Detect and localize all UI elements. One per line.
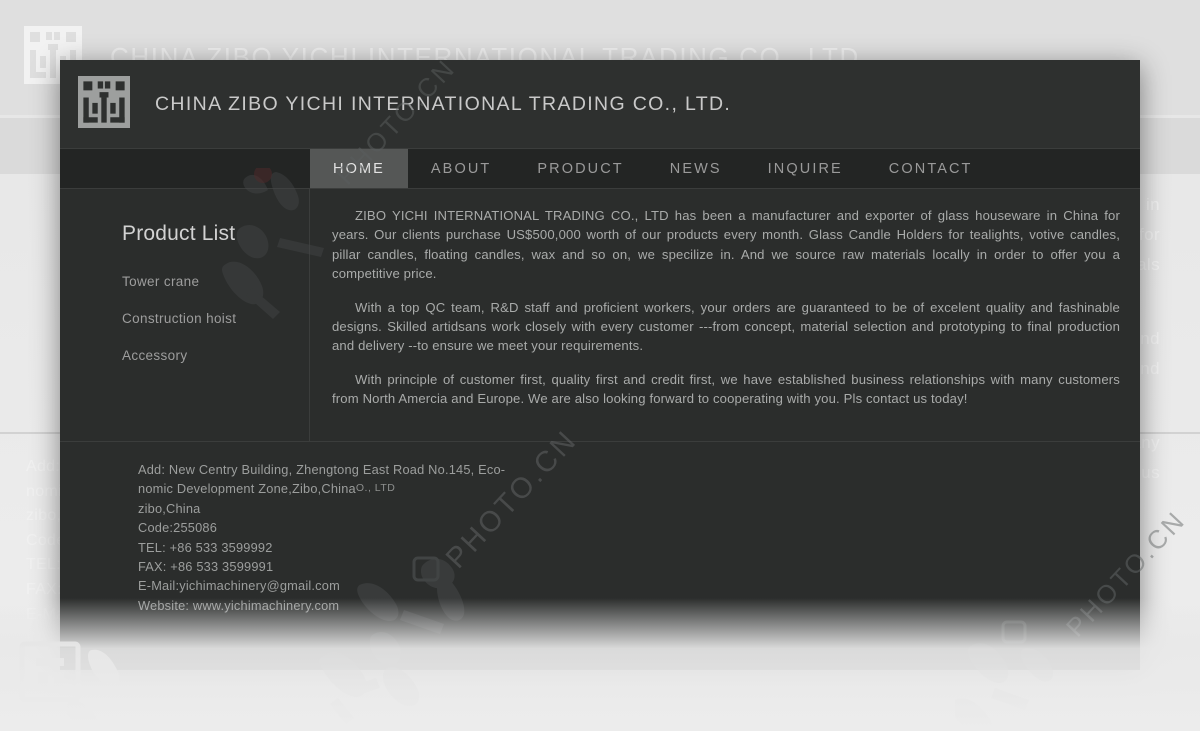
about-text-body: ZIBO YICHI INTERNATIONAL TRADING CO., LT… — [310, 189, 1140, 441]
company-emblem-icon — [78, 75, 130, 133]
sidebar-heading: Product List — [122, 222, 236, 245]
footer-address-line-1: Add: New Centry Building, Zhengtong East… — [138, 462, 506, 477]
nav-item-about[interactable]: ABOUT — [408, 149, 514, 188]
sidebar-item-accessory[interactable]: Accessory — [122, 348, 309, 363]
page-content: Product List Tower crane Construction ho… — [60, 189, 1140, 441]
nav-item-inquire[interactable]: INQUIRE — [745, 149, 866, 188]
website-preview-panel: CHINA ZIBO YICHI INTERNATIONAL TRADING C… — [60, 60, 1140, 670]
footer-city: zibo,China — [138, 500, 201, 516]
footer-ghost-text: O., LTD — [355, 482, 396, 495]
nav-left-spacer — [60, 149, 310, 188]
site-footer: Add: New Centry Building, Zhengtong East… — [60, 442, 1140, 615]
nav-item-product[interactable]: PRODUCT — [514, 149, 646, 188]
sidebar-item-tower-crane[interactable]: Tower crane — [122, 274, 309, 289]
footer-email[interactable]: E-Mail:yichimachinery@gmail.com — [138, 576, 1140, 595]
nav-item-news[interactable]: NEWS — [647, 149, 745, 188]
sidebar-item-construction-hoist[interactable]: Construction hoist — [122, 311, 309, 326]
footer-fax: FAX: +86 533 3599991 — [138, 559, 274, 575]
nav-item-contact[interactable]: CONTACT — [866, 149, 996, 188]
footer-postal-code: Code:255086 — [138, 520, 218, 536]
footer-website[interactable]: Website: www.yichimachinery.com — [138, 596, 1140, 615]
footer-address-line-2-wrap: nomic Development Zone,Zibo,ChinaO., LTD — [138, 479, 1140, 498]
site-header: CHINA ZIBO YICHI INTERNATIONAL TRADING C… — [60, 60, 1140, 148]
main-navigation: HOME ABOUT PRODUCT NEWS INQUIRE CONTACT — [60, 148, 1140, 189]
body-paragraph-1: ZIBO YICHI INTERNATIONAL TRADING CO., LT… — [332, 208, 1120, 282]
footer-address-line-2: nomic Development Zone,Zibo,China — [138, 481, 356, 497]
page-title: CHINA ZIBO YICHI INTERNATIONAL TRADING C… — [155, 92, 732, 115]
screenshot-stage: CHINA ZIBO YICHI INTERNATIONAL TRADING C… — [0, 0, 1200, 731]
product-list-sidebar: Product List Tower crane Construction ho… — [60, 189, 310, 441]
body-paragraph-2: With a top QC team, R&D staff and profic… — [332, 299, 1120, 354]
footer-tel: TEL: +86 533 3599992 — [138, 539, 273, 555]
body-paragraph-3: With principle of customer first, qualit… — [332, 371, 1120, 407]
nav-item-home[interactable]: HOME — [310, 149, 408, 188]
